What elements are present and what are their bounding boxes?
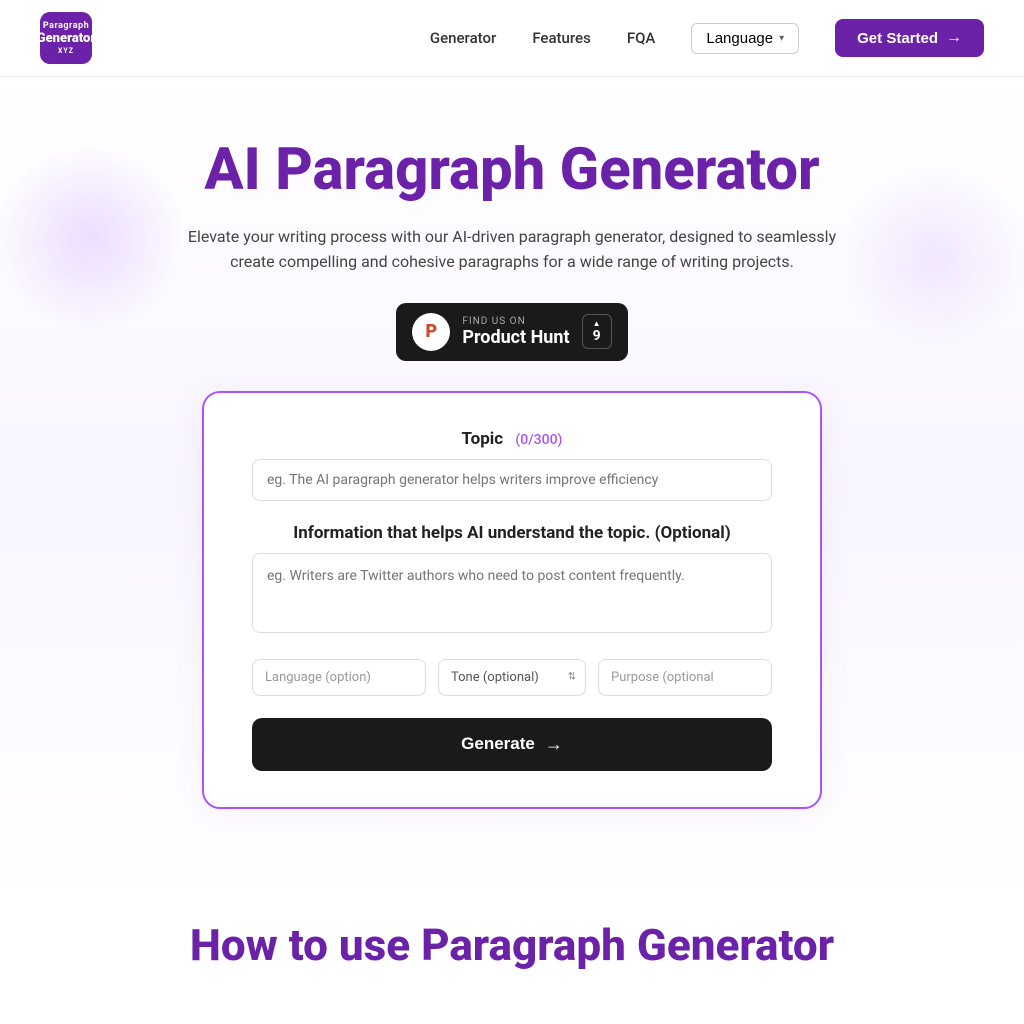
nav-link-generator[interactable]: Generator [430, 29, 496, 47]
generate-button[interactable]: Generate → [252, 718, 772, 771]
vote-count: 9 [593, 328, 601, 344]
ph-find-label: FIND US ON [462, 316, 525, 327]
char-counter: (0/300) [515, 432, 562, 448]
tone-select[interactable]: Tone (optional) [438, 659, 586, 696]
ph-name-label: Product Hunt [462, 327, 569, 348]
arrow-right-icon: → [946, 29, 962, 47]
product-hunt-badge[interactable]: P FIND US ON Product Hunt ▲ 9 [396, 303, 627, 361]
language-dropdown[interactable]: Language ▾ [691, 23, 799, 54]
options-row: Language (option) Tone (optional) ⇅ Purp… [252, 659, 772, 696]
language-select[interactable]: Language (option) [252, 659, 426, 696]
tone-select-wrap: Tone (optional) ⇅ [438, 659, 586, 696]
how-to-title: How to use Paragraph Generator [40, 919, 984, 972]
generate-arrow-icon: → [545, 734, 563, 755]
generator-form-card: Topic (0/300) Information that helps AI … [202, 391, 822, 809]
upvote-icon: ▲ [593, 319, 601, 328]
info-field-group: Information that helps AI understand the… [252, 523, 772, 659]
nav-links: Generator Features FQA Language ▾ Get St… [430, 19, 984, 57]
chevron-down-icon: ▾ [779, 33, 784, 44]
hero-section: AI Paragraph Generator Elevate your writ… [0, 77, 1024, 899]
ph-votes-badge: ▲ 9 [582, 314, 612, 349]
info-textarea[interactable] [252, 553, 772, 633]
purpose-select[interactable]: Purpose (optional [598, 659, 772, 696]
hero-title: AI Paragraph Generator [40, 137, 984, 204]
how-to-section: How to use Paragraph Generator [0, 899, 1024, 972]
product-hunt-text: FIND US ON Product Hunt [462, 316, 569, 348]
topic-input[interactable] [252, 459, 772, 501]
hero-subtitle: Elevate your writing process with our AI… [172, 224, 852, 275]
nav-link-features[interactable]: Features [532, 29, 590, 47]
navbar: Paragraph Generator XYZ Generator Featur… [0, 0, 1024, 77]
product-hunt-icon: P [412, 313, 450, 351]
nav-link-fqa[interactable]: FQA [627, 29, 656, 47]
topic-label: Topic (0/300) [252, 429, 772, 449]
topic-field-group: Topic (0/300) [252, 429, 772, 523]
info-label: Information that helps AI understand the… [252, 523, 772, 543]
get-started-button[interactable]: Get Started → [835, 19, 984, 57]
logo-badge: Paragraph Generator XYZ [40, 12, 92, 64]
logo[interactable]: Paragraph Generator XYZ [40, 12, 92, 64]
